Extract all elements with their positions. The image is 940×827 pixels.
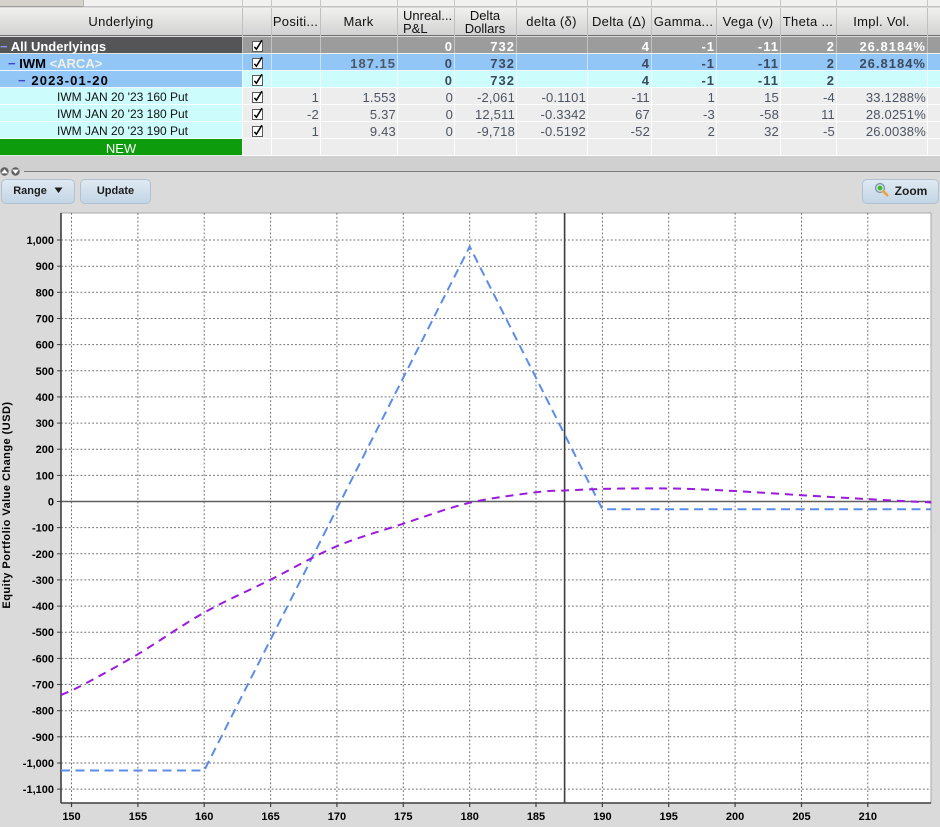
svg-text:-1,100: -1,100 [23,784,54,796]
svg-text:-800: -800 [32,706,54,718]
svg-text:500: 500 [36,366,54,378]
svg-text:155: 155 [129,811,147,823]
svg-text:900: 900 [36,261,54,273]
svg-text:195: 195 [660,811,678,823]
svg-text:800: 800 [36,287,54,299]
svg-text:150: 150 [62,811,80,823]
svg-text:185: 185 [527,811,545,823]
svg-text:200: 200 [726,811,744,823]
svg-text:-500: -500 [32,627,54,639]
svg-text:-700: -700 [32,680,54,692]
svg-text:170: 170 [328,811,346,823]
svg-text:300: 300 [36,418,54,430]
svg-text:-900: -900 [32,732,54,744]
svg-text:-300: -300 [32,575,54,587]
svg-text:100: 100 [36,470,54,482]
svg-text:1,000: 1,000 [26,235,54,247]
svg-text:-200: -200 [32,549,54,561]
svg-text:200: 200 [36,444,54,456]
svg-text:205: 205 [792,811,810,823]
svg-text:Equity Portfolio Value Change: Equity Portfolio Value Change (USD) [1,401,13,608]
svg-text:210: 210 [859,811,877,823]
svg-text:175: 175 [394,811,412,823]
svg-text:160: 160 [195,811,213,823]
svg-text:700: 700 [36,314,54,326]
svg-text:190: 190 [593,811,611,823]
svg-text:-1,000: -1,000 [23,758,54,770]
svg-text:-600: -600 [32,653,54,665]
svg-text:-400: -400 [32,601,54,613]
svg-text:0: 0 [48,497,54,509]
svg-text:180: 180 [461,811,479,823]
svg-text:-100: -100 [32,523,54,535]
svg-text:165: 165 [261,811,279,823]
svg-text:600: 600 [36,340,54,352]
svg-text:400: 400 [36,392,54,404]
